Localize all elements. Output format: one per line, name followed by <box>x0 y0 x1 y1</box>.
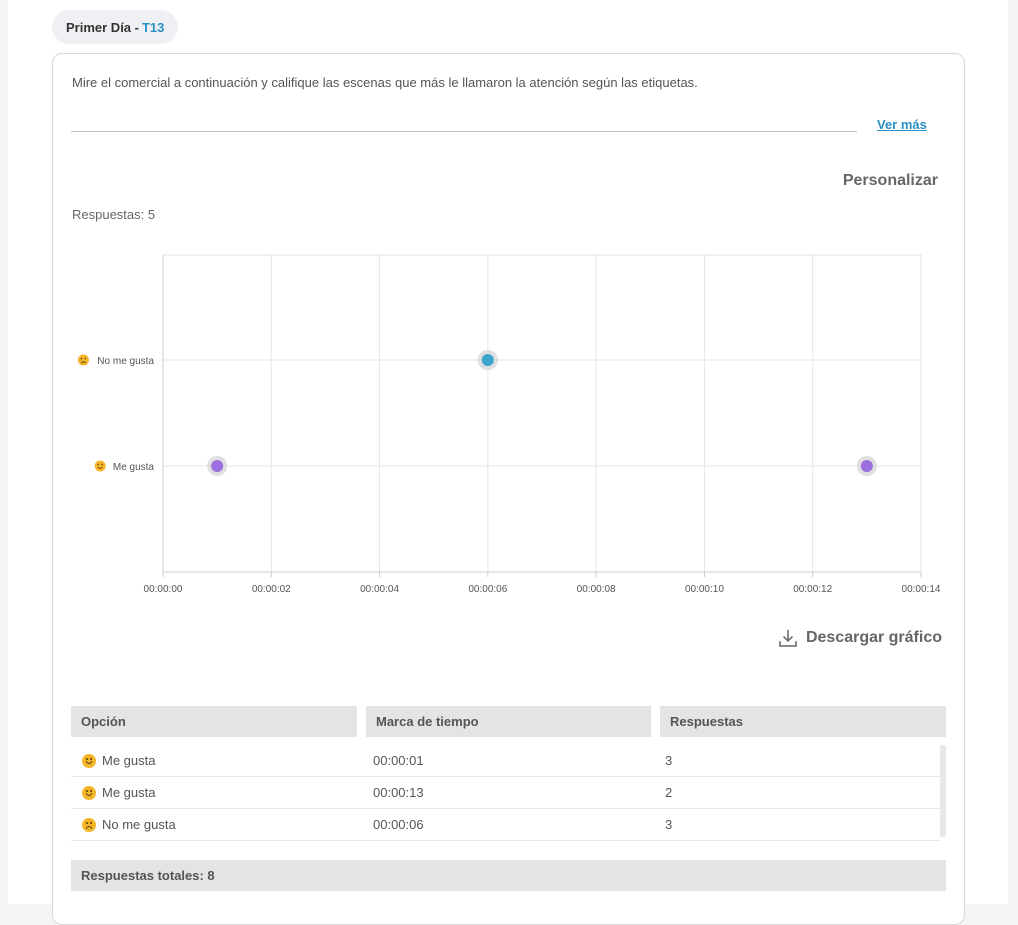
x-tick-label: 00:00:10 <box>685 584 724 595</box>
section-tab-title: Primer Día - <box>66 19 139 35</box>
section-tab-code: T13 <box>141 19 165 35</box>
happy-emoji-icon <box>82 785 96 800</box>
x-tick-label: 00:00:08 <box>577 584 616 595</box>
question-card: Mire el comercial a continuación y calif… <box>52 53 965 925</box>
question-divider <box>71 131 857 132</box>
y-category-label: No me gusta <box>97 356 154 367</box>
download-chart-label: Descargar gráfico <box>805 629 942 646</box>
question-text: Mire el comercial a continuación y calif… <box>72 75 698 90</box>
timeline-scatter-chart: 00:00:00 00:00:02 00:00:04 00:00:06 00:00:08… <box>77 254 941 595</box>
row-responses: 2 <box>665 785 673 800</box>
row-option: Me gusta <box>102 785 156 800</box>
row-option: No me gusta <box>102 817 176 832</box>
row-responses: 3 <box>665 753 673 768</box>
table-row: Me gusta 00:00:01 3 <box>71 745 940 777</box>
table-row: Me gusta 00:00:13 2 <box>71 777 940 809</box>
table-row: No me gusta 00:00:06 3 <box>71 809 940 841</box>
table-header: Opción Marca de tiempo Respuestas <box>71 706 946 737</box>
happy-emoji-icon <box>94 460 106 472</box>
row-option: Me gusta <box>102 753 156 768</box>
x-tick-label: 00:00:06 <box>468 584 507 595</box>
header-marca-tiempo: Marca de tiempo <box>366 706 651 737</box>
responses-count: Respuestas: 5 <box>72 207 156 222</box>
row-timestamp: 00:00:06 <box>373 817 424 832</box>
data-point <box>211 460 224 472</box>
download-chart-button[interactable]: Descargar gráfico <box>778 628 942 648</box>
row-responses: 3 <box>665 817 673 832</box>
x-tick-label: 00:00:04 <box>360 584 399 595</box>
y-category-label: Me gusta <box>113 462 155 473</box>
x-tick-label: 00:00:00 <box>144 584 183 595</box>
x-tick-label: 00:00:12 <box>793 584 832 595</box>
x-tick-label: 00:00:14 <box>902 584 941 595</box>
header-respuestas: Respuestas <box>660 706 946 737</box>
header-opcion: Opción <box>71 706 357 737</box>
happy-emoji-icon <box>82 753 96 768</box>
personalizar-button[interactable]: Personalizar <box>843 172 938 190</box>
total-responses: Respuestas totales: 8 <box>71 860 946 891</box>
sad-emoji-icon <box>77 354 89 366</box>
sad-emoji-icon <box>82 817 96 832</box>
table-scrollbar[interactable] <box>940 745 946 837</box>
row-timestamp: 00:00:13 <box>373 785 424 800</box>
data-point <box>481 354 494 366</box>
results-table: Opción Marca de tiempo Respuestas Me gus… <box>71 706 946 891</box>
table-body: Me gusta 00:00:01 3 Me gusta 00:00:13 2 … <box>71 745 946 841</box>
download-icon <box>779 630 797 647</box>
section-tab[interactable]: Primer Día - T13 <box>52 10 179 44</box>
data-point <box>860 460 873 472</box>
x-tick-label: 00:00:02 <box>252 584 291 595</box>
ver-mas-link[interactable]: Ver más <box>877 117 927 132</box>
row-timestamp: 00:00:01 <box>373 753 424 768</box>
